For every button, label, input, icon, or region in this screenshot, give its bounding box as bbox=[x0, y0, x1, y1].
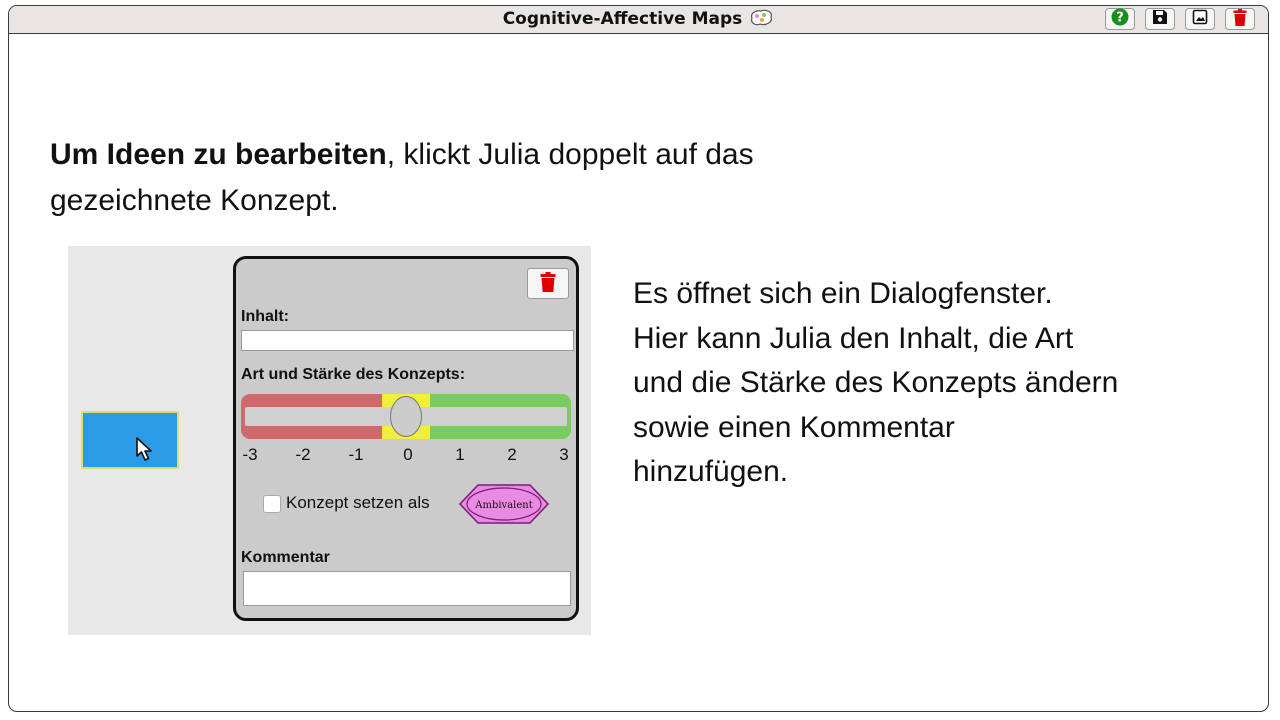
slider-tick-label: 1 bbox=[455, 445, 465, 464]
export-image-button[interactable] bbox=[1185, 8, 1215, 30]
trash-icon bbox=[1233, 8, 1247, 30]
concept-edit-dialog: Inhalt: Art und Stärke des Konzepts: -3-… bbox=[233, 256, 579, 621]
intro-rest: , klickt Julia doppelt auf das bbox=[386, 138, 754, 171]
help-button[interactable]: ? bbox=[1105, 8, 1135, 30]
comment-textarea[interactable] bbox=[243, 571, 571, 606]
title-bar: Cognitive-Affective Maps ? bbox=[9, 6, 1268, 34]
content-input[interactable] bbox=[241, 330, 574, 351]
description-line: und die Stärke des Konzepts ändern bbox=[633, 366, 1119, 399]
description-line: Hier kann Julia den Inhalt, die Art bbox=[633, 321, 1074, 355]
description-line: hinzufügen. bbox=[633, 455, 789, 488]
delete-map-button[interactable] bbox=[1225, 8, 1255, 30]
save-button[interactable] bbox=[1145, 8, 1175, 30]
set-concept-label: Konzept setzen als bbox=[286, 493, 430, 512]
slider-tick-label: -1 bbox=[348, 445, 364, 464]
ambivalent-shape-button[interactable]: Ambivalent bbox=[458, 483, 550, 529]
mouse-cursor-icon bbox=[135, 437, 157, 467]
dialog-screenshot: Inhalt: Art und Stärke des Konzepts: -3-… bbox=[68, 246, 591, 635]
slider-tick-labels: -3 -2 -1 0 1 2 3 bbox=[241, 445, 574, 465]
image-icon bbox=[1192, 9, 1208, 29]
slider-tick-label: -3 bbox=[242, 445, 258, 464]
save-icon bbox=[1152, 9, 1168, 29]
window-title-text: Cognitive-Affective Maps bbox=[502, 9, 743, 29]
intro-text: Um Ideen zu bearbeiten, klickt Julia dop… bbox=[50, 132, 754, 224]
set-concept-checkbox[interactable] bbox=[263, 495, 281, 513]
intro-line2: gezeichnete Konzept. bbox=[50, 184, 339, 217]
slider-tick-label: 2 bbox=[507, 445, 517, 464]
slider-tick-label: 0 bbox=[403, 445, 413, 464]
type-strength-label: Art und Stärke des Konzepts: bbox=[241, 366, 466, 383]
description-text: Es öffnet sich ein Dialogfenster. Hier ka… bbox=[633, 272, 1118, 495]
ambivalent-label: Ambivalent bbox=[474, 500, 533, 511]
slider-tick-label: -2 bbox=[295, 445, 311, 464]
cam-logo-icon bbox=[748, 9, 774, 32]
svg-text:?: ? bbox=[1116, 11, 1124, 26]
content-label: Inhalt: bbox=[241, 308, 289, 325]
intro-bold: Um Ideen zu bearbeiten bbox=[50, 138, 387, 171]
slider-knob[interactable] bbox=[390, 396, 422, 437]
strength-slider[interactable] bbox=[241, 394, 571, 439]
slider-tick-label: 3 bbox=[559, 445, 569, 464]
comment-label: Kommentar bbox=[241, 549, 330, 566]
concept-node[interactable] bbox=[81, 411, 179, 469]
help-icon: ? bbox=[1111, 8, 1129, 30]
description-line: Es öffnet sich ein Dialogfenster. bbox=[633, 277, 1053, 310]
window-title: Cognitive-Affective Maps bbox=[9, 9, 1268, 32]
description-line: sowie einen Kommentar bbox=[633, 410, 955, 444]
trash-icon bbox=[540, 271, 556, 296]
delete-concept-button[interactable] bbox=[527, 268, 569, 299]
